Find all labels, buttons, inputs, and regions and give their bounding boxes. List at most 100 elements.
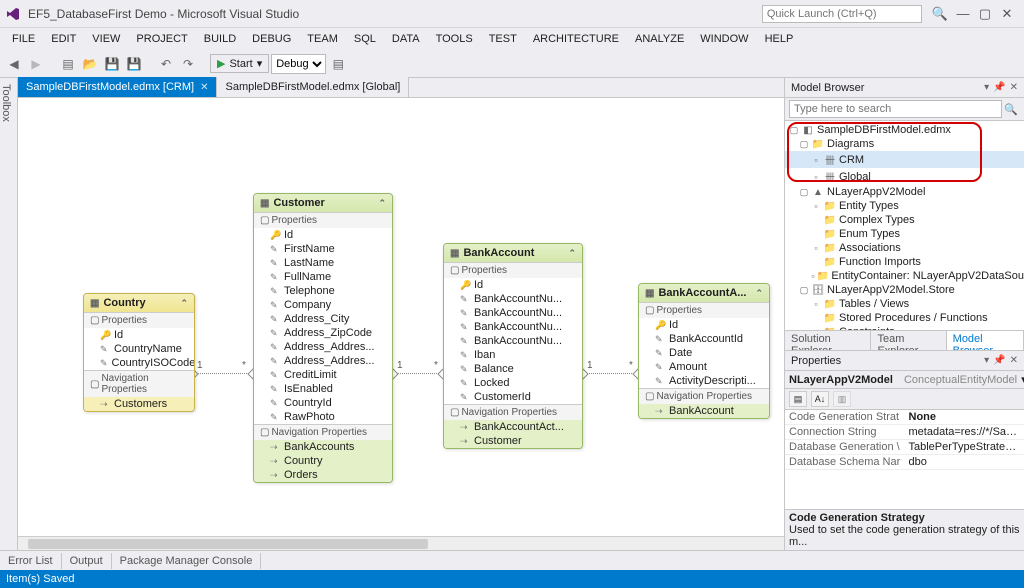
nav-property-item[interactable]: ⇢Orders (254, 468, 392, 482)
menu-help[interactable]: HELP (757, 31, 802, 47)
property-item[interactable]: ✎Address_Addres... (254, 340, 392, 354)
property-item[interactable]: ✎RawPhoto (254, 410, 392, 424)
nav-back-button[interactable]: ◀ (4, 54, 24, 74)
property-item[interactable]: ✎LastName (254, 256, 392, 270)
close-pane-icon[interactable]: ✕ (1010, 82, 1018, 93)
tree-node-sprocs[interactable]: 📁Stored Procedures / Functions (785, 311, 1024, 325)
property-item[interactable]: ✎Company (254, 298, 392, 312)
property-item[interactable]: 🔑Id (84, 328, 194, 342)
tree-node-entitytypes[interactable]: ▫📁Entity Types (785, 199, 1024, 213)
menu-tools[interactable]: TOOLS (428, 31, 481, 47)
collapse-icon[interactable]: ⌃ (568, 248, 576, 259)
property-item[interactable]: ✎BankAccountNu... (444, 320, 582, 334)
tab-global[interactable]: SampleDBFirstModel.edmx [Global] (217, 77, 409, 97)
property-item[interactable]: 🔑Id (444, 278, 582, 292)
entity-customer[interactable]: ▦Customer⌃ ▢ Properties 🔑Id ✎FirstName ✎… (253, 193, 393, 483)
new-project-button[interactable]: ▤ (58, 54, 78, 74)
properties-object-select[interactable]: NLayerAppV2Model ConceptualEntityModel▾ (785, 371, 1024, 389)
menu-data[interactable]: DATA (384, 31, 428, 47)
tree-node-associations[interactable]: ▫📁Associations (785, 241, 1024, 255)
property-row[interactable]: Database Schema Nardbo (785, 455, 1024, 470)
tree-node-container[interactable]: ▫📁EntityContainer: NLayerAppV2DataSou (785, 269, 1024, 283)
property-item[interactable]: ✎Telephone (254, 284, 392, 298)
toolbox-tab[interactable]: Toolbox (0, 78, 18, 550)
properties-grid[interactable]: Code Generation StratNone Connection Str… (785, 410, 1024, 509)
tree-node-funcimports[interactable]: 📁Function Imports (785, 255, 1024, 269)
props-pages-button[interactable]: ▥ (833, 391, 851, 407)
nav-property-item[interactable]: ⇢BankAccount (639, 404, 769, 418)
search-icon[interactable]: 🔍 (932, 6, 948, 22)
property-item[interactable]: ✎BankAccountNu... (444, 292, 582, 306)
categorize-button[interactable]: ▤ (789, 391, 807, 407)
property-item[interactable]: ✎CustomerId (444, 390, 582, 404)
nav-fwd-button[interactable]: ▶ (26, 54, 46, 74)
menu-debug[interactable]: DEBUG (244, 31, 299, 47)
property-item[interactable]: ✎CountryISOCode (84, 356, 194, 370)
property-item[interactable]: ✎Balance (444, 362, 582, 376)
property-item[interactable]: ✎CountryName (84, 342, 194, 356)
property-item[interactable]: ✎BankAccountNu... (444, 334, 582, 348)
property-item[interactable]: ✎CreditLimit (254, 368, 392, 382)
entity-bankaccount[interactable]: ▦BankAccount⌃ ▢ Properties 🔑Id ✎BankAcco… (443, 243, 583, 449)
property-row[interactable]: Database Generation \TablePerTypeStrateg… (785, 440, 1024, 455)
property-item[interactable]: 🔑Id (254, 228, 392, 242)
nav-property-item[interactable]: ⇢Customers (84, 397, 194, 411)
tree-node-model[interactable]: ▢▲NLayerAppV2Model (785, 185, 1024, 199)
entity-bankaccountactivity[interactable]: ▦BankAccountA...⌃ ▢ Properties 🔑Id ✎Bank… (638, 283, 770, 419)
alpha-sort-button[interactable]: A↓ (811, 391, 829, 407)
property-item[interactable]: ✎Amount (639, 360, 769, 374)
property-item[interactable]: ✎ActivityDescripti... (639, 374, 769, 388)
property-item[interactable]: 🔑Id (639, 318, 769, 332)
search-input[interactable] (789, 100, 1002, 118)
quick-launch-input[interactable] (762, 5, 922, 23)
toolbar-extra-button[interactable]: ▤ (328, 54, 348, 74)
collapse-icon[interactable]: ⌃ (180, 298, 188, 309)
property-item[interactable]: ✎BankAccountId (639, 332, 769, 346)
menu-sql[interactable]: SQL (346, 31, 384, 47)
property-row[interactable]: Code Generation StratNone (785, 410, 1024, 425)
nav-property-item[interactable]: ⇢BankAccounts (254, 440, 392, 454)
menu-architecture[interactable]: ARCHITECTURE (525, 31, 627, 47)
menu-file[interactable]: FILE (4, 31, 43, 47)
property-item[interactable]: ✎FullName (254, 270, 392, 284)
pin-icon[interactable]: 📌 (993, 82, 1005, 93)
tree-node-store[interactable]: ▢🗄NLayerAppV2Model.Store (785, 283, 1024, 297)
save-button[interactable]: 💾 (102, 54, 122, 74)
property-item[interactable]: ✎CountryId (254, 396, 392, 410)
dropdown-icon[interactable]: ▾ (984, 82, 989, 93)
property-row[interactable]: Connection Stringmetadata=res://*/Sampl (785, 425, 1024, 440)
tab-solution-explorer[interactable]: Solution Explorer (785, 331, 871, 350)
maximize-button[interactable]: ▢ (974, 6, 996, 22)
close-pane-icon[interactable]: ✕ (1010, 355, 1018, 366)
tree-node-crm[interactable]: ▫卌CRM (785, 151, 1024, 168)
menu-analyze[interactable]: ANALYZE (627, 31, 692, 47)
menu-team[interactable]: TEAM (299, 31, 346, 47)
open-button[interactable]: 📂 (80, 54, 100, 74)
property-item[interactable]: ✎Date (639, 346, 769, 360)
start-debug-button[interactable]: ▶Start ▾ (210, 54, 269, 73)
property-item[interactable]: ✎Address_ZipCode (254, 326, 392, 340)
menu-test[interactable]: TEST (481, 31, 525, 47)
tree-node-global[interactable]: ▫卌Global (785, 168, 1024, 185)
property-item[interactable]: ✎Iban (444, 348, 582, 362)
collapse-icon[interactable]: ⌃ (378, 198, 386, 209)
dropdown-icon[interactable]: ▾ (984, 355, 989, 366)
scroll-thumb[interactable] (28, 539, 428, 549)
tree-node-diagrams[interactable]: ▢📁Diagrams (785, 137, 1024, 151)
nav-property-item[interactable]: ⇢Country (254, 454, 392, 468)
menu-build[interactable]: BUILD (196, 31, 244, 47)
menu-edit[interactable]: EDIT (43, 31, 84, 47)
config-select[interactable]: Debug (271, 54, 326, 74)
tree-node-complextypes[interactable]: 📁Complex Types (785, 213, 1024, 227)
property-item[interactable]: ✎Locked (444, 376, 582, 390)
tree-node-root[interactable]: ▢◧SampleDBFirstModel.edmx (785, 123, 1024, 137)
nav-property-item[interactable]: ⇢BankAccountAct... (444, 420, 582, 434)
nav-property-item[interactable]: ⇢Customer (444, 434, 582, 448)
property-item[interactable]: ✎BankAccountNu... (444, 306, 582, 320)
menu-project[interactable]: PROJECT (128, 31, 195, 47)
pin-icon[interactable]: 📌 (993, 355, 1005, 366)
property-item[interactable]: ✎Address_Addres... (254, 354, 392, 368)
property-item[interactable]: ✎FirstName (254, 242, 392, 256)
property-item[interactable]: ✎IsEnabled (254, 382, 392, 396)
tree-node-constraints[interactable]: ▫📁Constraints (785, 325, 1024, 330)
